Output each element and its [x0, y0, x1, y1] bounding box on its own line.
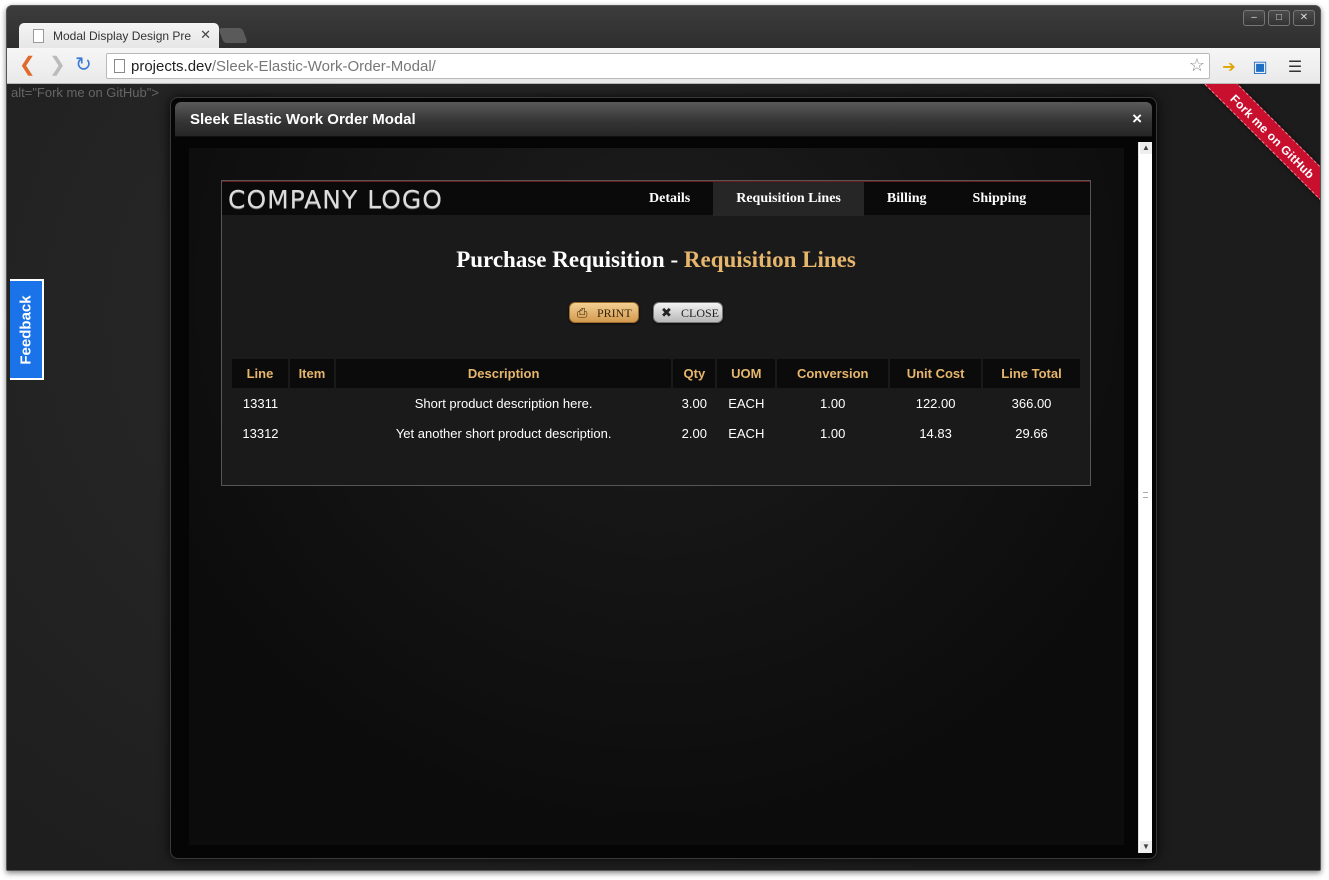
alt-text-artifact: alt="Fork me on GitHub">	[11, 85, 159, 100]
maximize-button[interactable]: □	[1268, 10, 1290, 26]
tab-shipping[interactable]: Shipping	[950, 182, 1050, 216]
close-icon[interactable]: ×	[1132, 109, 1142, 129]
browser-toolbar: ❮ ❯ ↻ projects.dev/Sleek-Elastic-Work-Or…	[7, 48, 1320, 84]
cell-uom: EACH	[728, 425, 765, 441]
close-button[interactable]: ✖ CLOSE	[653, 302, 723, 323]
close-tab-icon[interactable]: ✕	[200, 27, 211, 43]
forward-icon[interactable]: ❯	[49, 55, 66, 75]
page-viewport: alt="Fork me on GitHub"> Feedback Fork m…	[7, 84, 1320, 870]
column-header[interactable]: Item	[288, 359, 336, 388]
heading-accent: Requisition Lines	[683, 247, 856, 272]
company-logo: COMPANY LOGO	[228, 185, 443, 214]
cell-uom: EACH	[728, 395, 765, 411]
column-header[interactable]: Unit Cost	[889, 359, 984, 388]
scroll-grip[interactable]	[1143, 492, 1148, 498]
modal-body: COMPANY LOGO Details Requisition Lines B…	[189, 148, 1124, 845]
extension-icon[interactable]: ➔	[1219, 57, 1239, 77]
cell-line-total: 366.00	[1011, 395, 1052, 411]
page-title: Purchase Requisition - Requisition Lines	[222, 247, 1090, 273]
url-path: /Sleek-Elastic-Work-Order-Modal/	[211, 58, 436, 75]
column-header[interactable]: Line	[232, 359, 290, 388]
modal-scrollbar[interactable]: ▲ ▼	[1138, 142, 1152, 853]
page-icon	[114, 59, 125, 73]
modal-title: Sleek Elastic Work Order Modal	[190, 111, 416, 128]
section-tabs: Details Requisition Lines Billing Shippi…	[626, 182, 1049, 216]
printer-icon: ⎙	[577, 305, 588, 320]
back-icon[interactable]: ❮	[19, 55, 36, 75]
print-button[interactable]: ⎙ PRINT	[569, 302, 639, 323]
table-row[interactable]: 13311 Short product description here. 3.…	[232, 388, 1081, 418]
cell-conversion: 1.00	[820, 395, 846, 411]
cell-qty: 3.00	[681, 395, 707, 411]
print-label: PRINT	[597, 306, 632, 320]
cell-line: 13312	[242, 425, 279, 441]
cell-description: Short product description here.	[414, 395, 593, 411]
menu-icon[interactable]: ☰	[1285, 57, 1305, 77]
new-tab-button[interactable]	[218, 28, 248, 43]
requisition-panel: COMPANY LOGO Details Requisition Lines B…	[221, 180, 1091, 486]
feedback-tab[interactable]: Feedback	[10, 279, 44, 380]
close-label: CLOSE	[681, 306, 720, 320]
page-icon	[33, 29, 44, 43]
feedback-label: Feedback	[17, 294, 35, 365]
close-window-button[interactable]: ✕	[1293, 10, 1315, 26]
cell-conversion: 1.00	[820, 425, 846, 441]
github-ribbon-label[interactable]: Fork me on GitHub	[1190, 84, 1320, 219]
tab-requisition-lines[interactable]: Requisition Lines	[713, 182, 864, 216]
cell-item	[289, 388, 335, 418]
browser-titlebar: Modal Display Design Prev ✕ – □ ✕	[7, 6, 1320, 49]
close-x-icon: ✖	[661, 305, 672, 320]
panel-header: COMPANY LOGO Details Requisition Lines B…	[222, 181, 1090, 216]
cell-item	[289, 418, 335, 448]
heading-main: Purchase Requisition -	[456, 247, 684, 272]
column-header[interactable]: Conversion	[776, 359, 891, 388]
table-row[interactable]: 13312 Yet another short product descript…	[232, 418, 1081, 448]
work-order-modal: Sleek Elastic Work Order Modal × COMPANY…	[170, 97, 1157, 859]
minimize-button[interactable]: –	[1243, 10, 1265, 26]
cell-unit-cost: 122.00	[915, 395, 956, 411]
column-header[interactable]: Description	[334, 359, 674, 388]
browser-tab[interactable]: Modal Display Design Prev ✕	[19, 23, 219, 49]
cell-unit-cost: 14.83	[919, 425, 952, 441]
tab-title: Modal Display Design Prev	[53, 29, 191, 43]
bookmark-star-icon[interactable]: ☆	[1189, 55, 1205, 76]
scroll-down-icon[interactable]: ▼	[1140, 841, 1152, 853]
reload-icon[interactable]: ↻	[75, 55, 92, 75]
screen-capture-icon[interactable]: ▣	[1250, 57, 1270, 77]
requisition-lines-table: Line Item Description Qty UOM Conversion…	[232, 359, 1082, 448]
cell-description: Yet another short product description.	[395, 425, 612, 441]
scroll-up-icon[interactable]: ▲	[1140, 142, 1152, 154]
cell-line-total: 29.66	[1015, 425, 1048, 441]
cell-qty: 2.00	[681, 425, 707, 441]
github-ribbon[interactable]: Fork me on GitHub	[1180, 84, 1320, 224]
url-host: projects.dev	[131, 58, 212, 75]
tab-billing[interactable]: Billing	[864, 182, 950, 216]
address-bar[interactable]: projects.dev/Sleek-Elastic-Work-Order-Mo…	[106, 53, 1210, 79]
cell-line: 13311	[242, 395, 279, 411]
column-header[interactable]: UOM	[716, 359, 778, 388]
column-header[interactable]: Qty	[672, 359, 718, 388]
table-header-row: Line Item Description Qty UOM Conversion…	[232, 359, 1082, 388]
modal-header: Sleek Elastic Work Order Modal ×	[175, 102, 1152, 137]
tab-details[interactable]: Details	[626, 182, 713, 216]
browser-window: Modal Display Design Prev ✕ – □ ✕ ❮ ❯ ↻ …	[6, 5, 1321, 871]
column-header[interactable]: Line Total	[982, 359, 1082, 388]
